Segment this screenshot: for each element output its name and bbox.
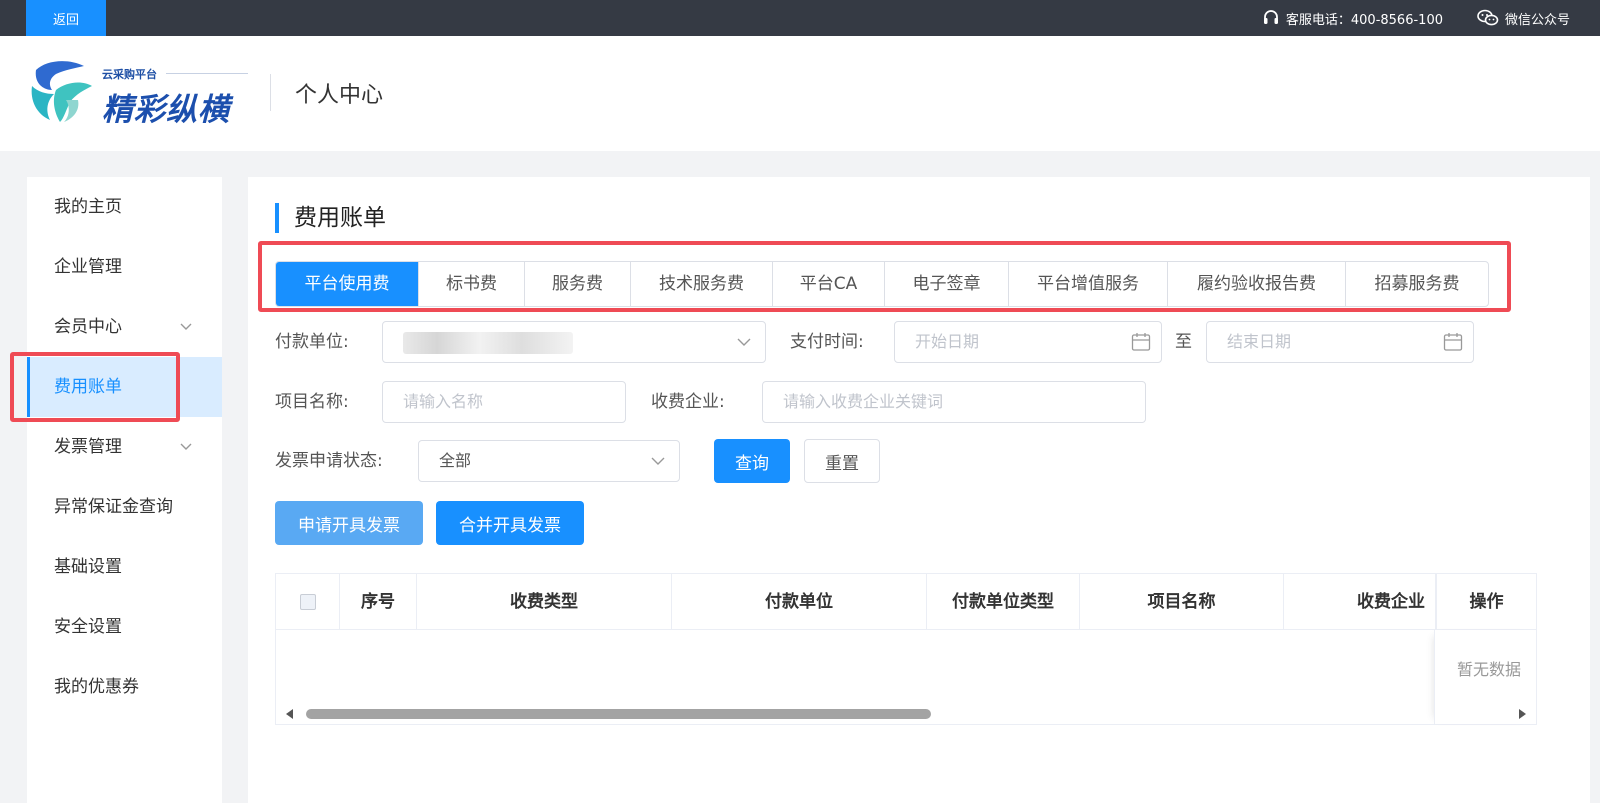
sidebar-item-label: 会员中心 bbox=[54, 317, 122, 337]
invoice-status-label: 发票申请状态: bbox=[275, 451, 383, 471]
scroll-left-icon[interactable] bbox=[286, 709, 293, 719]
redacted-value bbox=[403, 332, 573, 354]
wechat-link[interactable]: 微信公众号 bbox=[1477, 9, 1570, 28]
project-name-input[interactable]: 请输入名称 bbox=[382, 381, 626, 423]
tab-platform-ca[interactable]: 平台CA bbox=[773, 262, 885, 306]
main-panel: 费用账单 平台使用费 标书费 服务费 技术服务费 平台CA 电子签章 平台增值服… bbox=[248, 177, 1590, 803]
payer-select[interactable] bbox=[382, 321, 766, 363]
wechat-icon bbox=[1477, 9, 1499, 26]
tab-platform-fee[interactable]: 平台使用费 bbox=[276, 262, 419, 306]
sidebar-item-member-center[interactable]: 会员中心 bbox=[27, 297, 222, 357]
query-button[interactable]: 查询 bbox=[714, 439, 790, 483]
invoice-status-select[interactable]: 全部 bbox=[418, 440, 680, 482]
tab-acceptance-report-fee[interactable]: 履约验收报告费 bbox=[1168, 262, 1346, 306]
tab-value-added[interactable]: 平台增值服务 bbox=[1009, 262, 1168, 306]
tab-tender-fee[interactable]: 标书费 bbox=[419, 262, 525, 306]
sidebar-item-label: 异常保证金查询 bbox=[54, 497, 173, 517]
service-phone: 客服电话：400-8566-100 bbox=[1262, 9, 1443, 28]
invoice-status-value: 全部 bbox=[439, 451, 472, 470]
sidebar-item-basic-settings[interactable]: 基础设置 bbox=[27, 537, 222, 597]
pay-time-label: 支付时间: bbox=[790, 332, 864, 352]
column-header-payer-type: 付款单位类型 bbox=[927, 574, 1080, 630]
sidebar-item-billing[interactable]: 费用账单 bbox=[27, 357, 222, 417]
merge-invoice-button[interactable]: 合并开具发票 bbox=[436, 501, 584, 545]
start-date-input[interactable]: 开始日期 bbox=[894, 321, 1162, 363]
page-title: 费用账单 bbox=[275, 203, 386, 233]
sidebar-item-label: 基础设置 bbox=[54, 557, 122, 577]
logo-subtitle: 云采购平台 bbox=[102, 68, 157, 81]
logo-title: 精彩纵横 bbox=[102, 92, 230, 128]
chevron-down-icon bbox=[737, 338, 751, 346]
column-header-project-name: 项目名称 bbox=[1080, 574, 1284, 630]
end-date-input[interactable]: 结束日期 bbox=[1206, 321, 1474, 363]
project-name-label: 项目名称: bbox=[275, 392, 349, 412]
payer-label: 付款单位: bbox=[275, 332, 349, 352]
section-title: 个人中心 bbox=[295, 83, 384, 108]
table-header: 序号 收费类型 付款单位 付款单位类型 项目名称 收费企业 操作 bbox=[276, 574, 1536, 630]
sidebar-item-label: 我的优惠券 bbox=[54, 677, 139, 697]
sidebar-item-home[interactable]: 我的主页 bbox=[27, 177, 222, 237]
charging-enterprise-label: 收费企业: bbox=[651, 392, 725, 412]
apply-invoice-button[interactable]: 申请开具发票 bbox=[275, 501, 423, 545]
scrollbar-thumb[interactable] bbox=[306, 709, 931, 719]
chevron-down-icon bbox=[651, 457, 665, 465]
sidebar-item-label: 企业管理 bbox=[54, 257, 122, 277]
tab-e-signature[interactable]: 电子签章 bbox=[885, 262, 1009, 306]
reset-button[interactable]: 重置 bbox=[804, 439, 880, 483]
scrollbar-track[interactable] bbox=[306, 709, 1508, 719]
column-header-charging-enterprise: 收费企业 bbox=[1284, 574, 1436, 630]
tab-service-fee[interactable]: 服务费 bbox=[525, 262, 631, 306]
column-header-fee-type: 收费类型 bbox=[417, 574, 672, 630]
topbar-links: 客服电话：400-8566-100 微信公众号 bbox=[1262, 0, 1570, 36]
back-button[interactable]: 返回 bbox=[26, 0, 106, 36]
sidebar-item-label: 我的主页 bbox=[54, 197, 122, 217]
logo-divider bbox=[166, 73, 248, 74]
sidebar: 我的主页 企业管理 会员中心 费用账单 发票管理 异常保证金查询 基础设置 安全… bbox=[27, 177, 222, 803]
sidebar-item-label: 发票管理 bbox=[54, 437, 122, 457]
select-all-checkbox[interactable] bbox=[299, 594, 316, 610]
service-phone-text: 客服电话：400-8566-100 bbox=[1285, 12, 1443, 28]
column-header-actions: 操作 bbox=[1436, 574, 1536, 630]
logo-mark-icon bbox=[31, 61, 92, 122]
column-header-index: 序号 bbox=[340, 574, 417, 630]
scroll-right-icon[interactable] bbox=[1519, 709, 1526, 719]
sidebar-item-deposit-query[interactable]: 异常保证金查询 bbox=[27, 477, 222, 537]
top-bar: 返回 客服电话：400-8566-100 微信公众号 bbox=[0, 0, 1600, 36]
logo[interactable]: 云采购平台 精彩纵横 bbox=[26, 60, 248, 128]
sidebar-item-invoice[interactable]: 发票管理 bbox=[27, 417, 222, 477]
sidebar-item-enterprise[interactable]: 企业管理 bbox=[27, 237, 222, 297]
sidebar-item-coupons[interactable]: 我的优惠券 bbox=[27, 657, 222, 717]
header-divider bbox=[270, 74, 271, 111]
billing-table: 序号 收费类型 付款单位 付款单位类型 项目名称 收费企业 操作 暂无数据 bbox=[275, 573, 1537, 725]
chevron-down-icon bbox=[180, 323, 192, 330]
horizontal-scrollbar[interactable] bbox=[276, 704, 1536, 724]
chevron-down-icon bbox=[180, 443, 192, 450]
headset-icon bbox=[1263, 10, 1278, 24]
sidebar-item-label: 费用账单 bbox=[54, 377, 122, 397]
header: 云采购平台 精彩纵横 个人中心 bbox=[0, 36, 1600, 151]
calendar-icon[interactable] bbox=[1131, 332, 1151, 352]
tab-tech-service-fee[interactable]: 技术服务费 bbox=[631, 262, 773, 306]
wechat-label: 微信公众号 bbox=[1504, 12, 1570, 28]
fee-type-tabs: 平台使用费 标书费 服务费 技术服务费 平台CA 电子签章 平台增值服务 履约验… bbox=[275, 261, 1489, 307]
select-all-cell bbox=[276, 574, 340, 630]
sidebar-item-label: 安全设置 bbox=[54, 617, 122, 637]
sidebar-item-security-settings[interactable]: 安全设置 bbox=[27, 597, 222, 657]
empty-state-text: 暂无数据 bbox=[1456, 660, 1521, 679]
date-range-separator: 至 bbox=[1175, 332, 1192, 352]
column-header-payer: 付款单位 bbox=[672, 574, 927, 630]
charging-enterprise-input[interactable]: 请输入收费企业关键词 bbox=[762, 381, 1146, 423]
tab-recruitment-fee[interactable]: 招募服务费 bbox=[1346, 262, 1488, 306]
calendar-icon[interactable] bbox=[1443, 332, 1463, 352]
